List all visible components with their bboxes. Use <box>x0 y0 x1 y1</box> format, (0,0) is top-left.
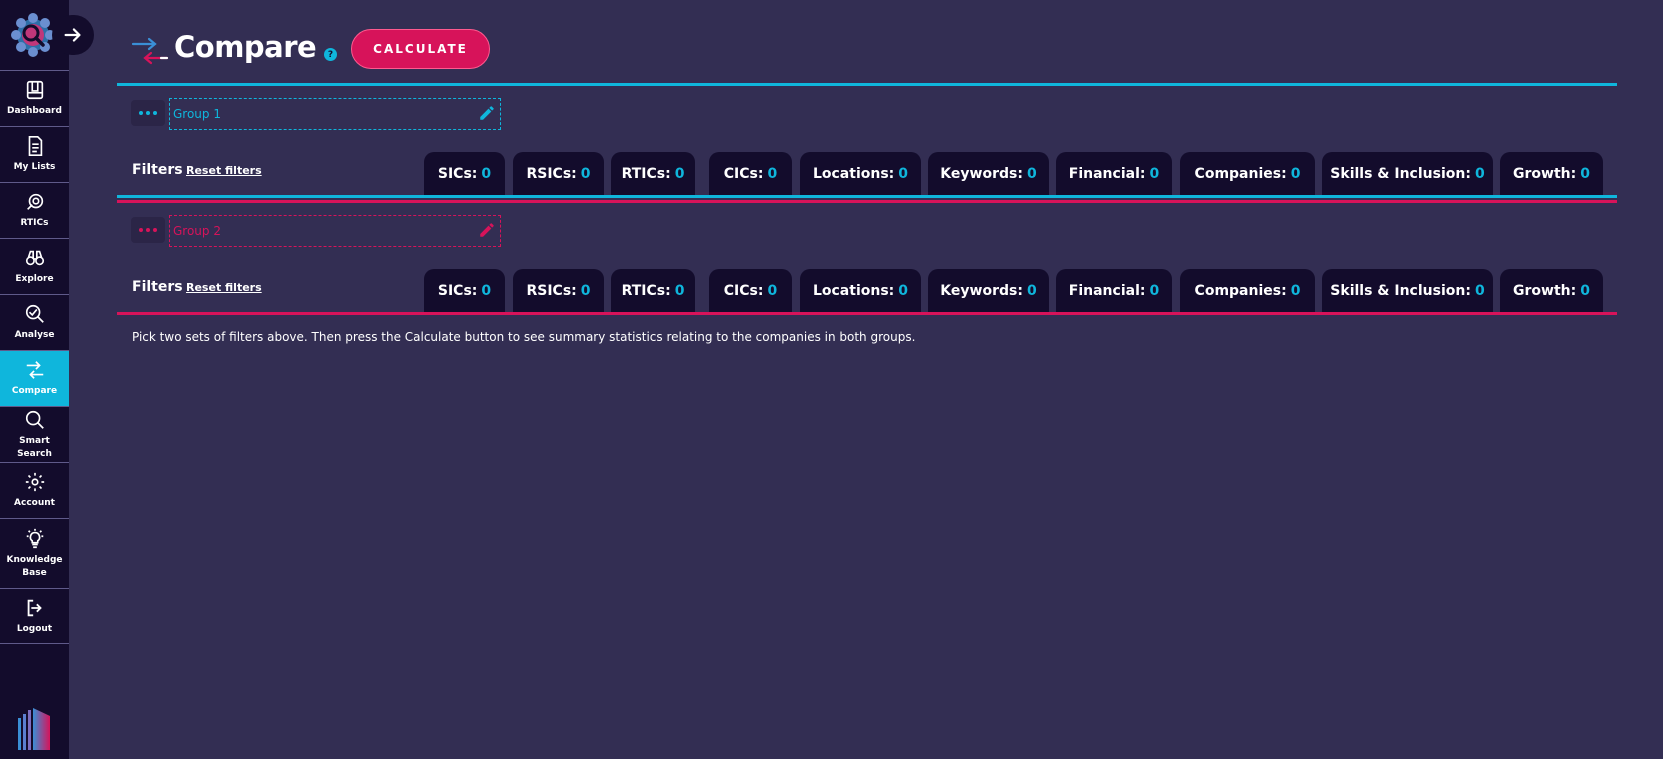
arrow-right-icon <box>64 28 81 42</box>
group-1-options-button[interactable] <box>131 100 165 126</box>
tab-growth[interactable]: Growth: 0 <box>1500 269 1603 313</box>
lightbulb-icon <box>26 528 43 548</box>
pencil-icon[interactable] <box>478 221 496 239</box>
tab-skills-inclusion[interactable]: Skills & Inclusion: 0 <box>1322 152 1493 196</box>
group-2-filters-label: Filters <box>132 279 183 295</box>
dot-icon <box>153 228 157 232</box>
expand-sidebar-button[interactable] <box>52 15 94 55</box>
sidebar-item-compare[interactable]: Compare <box>0 350 69 406</box>
gear-icon <box>25 472 44 492</box>
tab-companies[interactable]: Companies: 0 <box>1180 152 1315 196</box>
group-2-options-button[interactable] <box>131 217 165 243</box>
sidebar-item-analyse[interactable]: Analyse <box>0 294 69 350</box>
tab-keywords[interactable]: Keywords: 0 <box>928 269 1049 313</box>
group-2-row <box>131 215 501 247</box>
list-icon <box>28 136 42 156</box>
tab-growth[interactable]: Growth: 0 <box>1500 152 1603 196</box>
group-1-filters-label: Filters <box>132 162 183 178</box>
group-2-top-divider <box>117 200 1617 203</box>
group-2-bottom-divider <box>117 312 1617 315</box>
group-1-bottom-divider <box>117 195 1617 198</box>
sidebar-item-account[interactable]: Account <box>0 462 69 518</box>
sidebar-item-knowledge-base[interactable]: Knowledge Base <box>0 518 69 588</box>
group-1-name-input[interactable] <box>169 98 501 130</box>
calculate-button[interactable]: CALCULATE <box>351 29 490 69</box>
tab-rtics[interactable]: RTICs: 0 <box>611 152 695 196</box>
help-icon[interactable]: ? <box>324 48 337 61</box>
dot-icon <box>146 228 150 232</box>
sidebar-item-my-lists[interactable]: My Lists <box>0 126 69 182</box>
sidebar-item-rtics[interactable]: RTICs <box>0 182 69 238</box>
group-1-reset-filters-link[interactable]: Reset filters <box>186 164 262 177</box>
brand-bars-icon <box>18 708 50 750</box>
sidebar-nav: Dashboard My Lists RTICs Explore Analyse <box>0 70 69 644</box>
sidebar: Dashboard My Lists RTICs Explore Analyse <box>0 0 69 759</box>
tab-rsics[interactable]: RSICs: 0 <box>513 152 604 196</box>
instructions-text: Pick two sets of filters above. Then pre… <box>132 330 916 344</box>
analyse-icon <box>25 304 44 323</box>
tab-rsics[interactable]: RSICs: 0 <box>513 269 604 313</box>
tab-sics[interactable]: SICs: 0 <box>424 269 505 313</box>
pencil-icon[interactable] <box>478 104 496 122</box>
tab-locations[interactable]: Locations: 0 <box>800 269 921 313</box>
sidebar-item-smart-search[interactable]: Smart Search <box>0 406 69 462</box>
group-1-top-divider <box>117 83 1617 86</box>
page-title: Compare <box>174 30 317 64</box>
app-logo-icon <box>10 12 56 58</box>
dot-icon <box>139 111 143 115</box>
sidebar-item-dashboard[interactable]: Dashboard <box>0 70 69 126</box>
sidebar-item-explore[interactable]: Explore <box>0 238 69 294</box>
rtics-icon <box>26 193 43 210</box>
tab-skills-inclusion[interactable]: Skills & Inclusion: 0 <box>1322 269 1493 313</box>
logout-icon <box>27 599 42 616</box>
group-2-name-input[interactable] <box>169 215 501 247</box>
tab-financial[interactable]: Financial: 0 <box>1056 152 1172 196</box>
tab-rtics[interactable]: RTICs: 0 <box>611 269 695 313</box>
tab-keywords[interactable]: Keywords: 0 <box>928 152 1049 196</box>
tab-cics[interactable]: CICs: 0 <box>709 152 792 196</box>
group-1-row <box>131 98 501 130</box>
tab-companies[interactable]: Companies: 0 <box>1180 269 1315 313</box>
search-icon <box>25 410 44 429</box>
tab-cics[interactable]: CICs: 0 <box>709 269 792 313</box>
dot-icon <box>139 228 143 232</box>
tab-locations[interactable]: Locations: 0 <box>800 152 921 196</box>
sidebar-item-logout[interactable]: Logout <box>0 588 69 644</box>
compare-icon <box>26 361 43 379</box>
compare-header-icon <box>131 36 169 68</box>
dot-icon <box>153 111 157 115</box>
tab-sics[interactable]: SICs: 0 <box>424 152 505 196</box>
dashboard-icon <box>26 80 43 100</box>
dot-icon <box>146 111 150 115</box>
tab-financial[interactable]: Financial: 0 <box>1056 269 1172 313</box>
group-2-reset-filters-link[interactable]: Reset filters <box>186 281 262 294</box>
binoculars-icon <box>25 250 44 266</box>
